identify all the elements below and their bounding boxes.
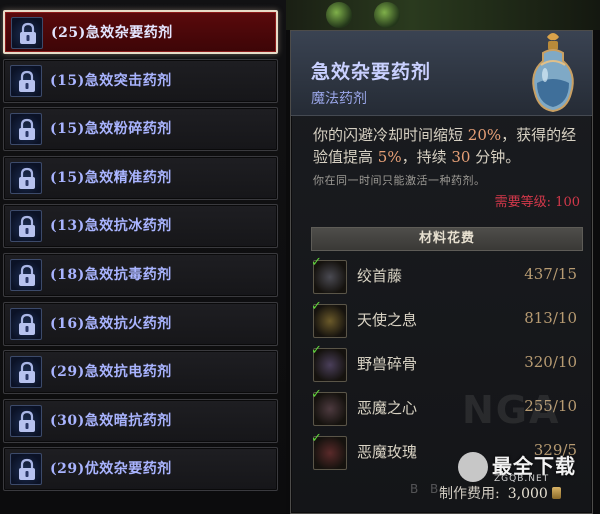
- cost-label: 制作费用:: [439, 486, 500, 502]
- potion-name: (13)急效抗冰药剂: [50, 218, 172, 235]
- potion-name: (16)急效抗火药剂: [50, 315, 172, 332]
- item-description: 你的闪避冷却时间缩短 20%，获得的经验值提高 5%，持续 30 分钟。: [313, 124, 588, 168]
- check-icon: ✓: [311, 387, 322, 402]
- lock-icon: [11, 17, 43, 49]
- desc-text: 你的闪避冷却时间缩短: [313, 126, 468, 144]
- material-name: 恶魔之心: [357, 399, 418, 417]
- nga-watermark: NGA: [462, 388, 561, 432]
- lock-icon: [10, 64, 42, 97]
- site-url: ZGQB.NET: [494, 474, 550, 484]
- potion-list-item[interactable]: (29)急效抗电药剂: [3, 350, 278, 395]
- item-type: 魔法药剂: [311, 91, 367, 107]
- potion-list-item[interactable]: (16)急效抗火药剂: [3, 301, 278, 346]
- material-name: 野兽碎骨: [357, 355, 418, 373]
- desc-text: 分钟。: [470, 148, 521, 166]
- potion-name: (29)急效抗电药剂: [50, 364, 172, 381]
- potion-list-item[interactable]: (15)急效粉碎药剂: [3, 107, 278, 152]
- potion-name: (15)急效突击药剂: [50, 72, 172, 89]
- scene-decor-icon: [374, 2, 400, 28]
- material-row: ✓ 天使之息 813/10: [311, 299, 583, 341]
- lock-icon: [10, 210, 42, 243]
- check-icon: ✓: [311, 343, 322, 358]
- material-name: 恶魔玫瑰: [357, 443, 418, 461]
- lock-icon: [10, 161, 42, 194]
- potion-name: (30)急效暗抗药剂: [50, 412, 172, 429]
- potion-name: (15)急效精准药剂: [50, 169, 172, 186]
- potion-list-item[interactable]: (15)急效精准药剂: [3, 155, 278, 200]
- potion-name: (29)优效杂要药剂: [50, 461, 172, 478]
- lock-icon: [10, 307, 42, 340]
- lock-icon: [10, 113, 42, 146]
- desc-value: 5%: [377, 148, 402, 166]
- lock-icon: [10, 356, 42, 389]
- gold-icon: [551, 487, 561, 499]
- lock-icon: [10, 404, 42, 437]
- desc-value: 30: [451, 148, 471, 166]
- potion-list-item[interactable]: (15)急效突击药剂: [3, 58, 278, 103]
- potion-list: (25)急效杂要药剂 (15)急效突击药剂 (15)急效粉碎药剂 (15)急效精准药剂…: [0, 0, 286, 514]
- lock-icon: [10, 453, 42, 486]
- material-name: 绞首藤: [357, 267, 403, 285]
- material-row: ✓ 绞首藤 437/15: [311, 255, 583, 297]
- potion-name: (18)急效抗毒药剂: [50, 267, 172, 283]
- potion-name: (15)急效粉碎药剂: [50, 121, 172, 138]
- potion-list-item[interactable]: (29)优效杂要药剂: [3, 447, 278, 492]
- level-requirement: 需要等级: 100: [494, 195, 580, 210]
- material-row: ✓ 野兽碎骨 320/10: [311, 343, 583, 385]
- desc-text: ，持续: [401, 148, 452, 166]
- item-tooltip: 急效杂要药剂 魔法药剂 你的闪避冷却时间缩短 20%，获得的经验值提高 5%，持…: [290, 30, 593, 514]
- potion-name: (25)急效杂要药剂: [51, 25, 173, 41]
- check-icon: ✓: [311, 255, 322, 270]
- background-scene: [286, 0, 600, 30]
- item-note: 你在同一时间只能激活一种药剂。: [313, 174, 486, 187]
- material-count: 320/10: [524, 353, 577, 371]
- desc-value: 20%: [467, 126, 502, 144]
- cost-value: 3,000: [507, 486, 548, 502]
- material-count: 437/15: [524, 265, 577, 283]
- tooltip-header: 急效杂要药剂 魔法药剂: [291, 31, 592, 116]
- site-watermark: 最全下载 ZGQB.NET: [458, 448, 598, 488]
- lock-icon: [10, 259, 42, 291]
- scene-decor-icon: [326, 2, 352, 28]
- potion-list-item[interactable]: (18)急效抗毒药剂: [3, 253, 278, 297]
- material-count: 813/10: [524, 309, 577, 327]
- potion-list-item[interactable]: (30)急效暗抗药剂: [3, 398, 278, 443]
- materials-header: 材料花费: [311, 227, 583, 251]
- check-icon: ✓: [311, 431, 322, 446]
- site-logo-icon: [458, 452, 488, 482]
- potion-bottle-icon: [532, 33, 574, 113]
- potion-list-item[interactable]: (13)急效抗冰药剂: [3, 204, 278, 249]
- potion-list-item[interactable]: (25)急效杂要药剂: [3, 10, 278, 54]
- item-title: 急效杂要药剂: [311, 61, 432, 83]
- bb-watermark: B B: [410, 482, 443, 496]
- check-icon: ✓: [311, 299, 322, 314]
- material-name: 天使之息: [357, 311, 418, 329]
